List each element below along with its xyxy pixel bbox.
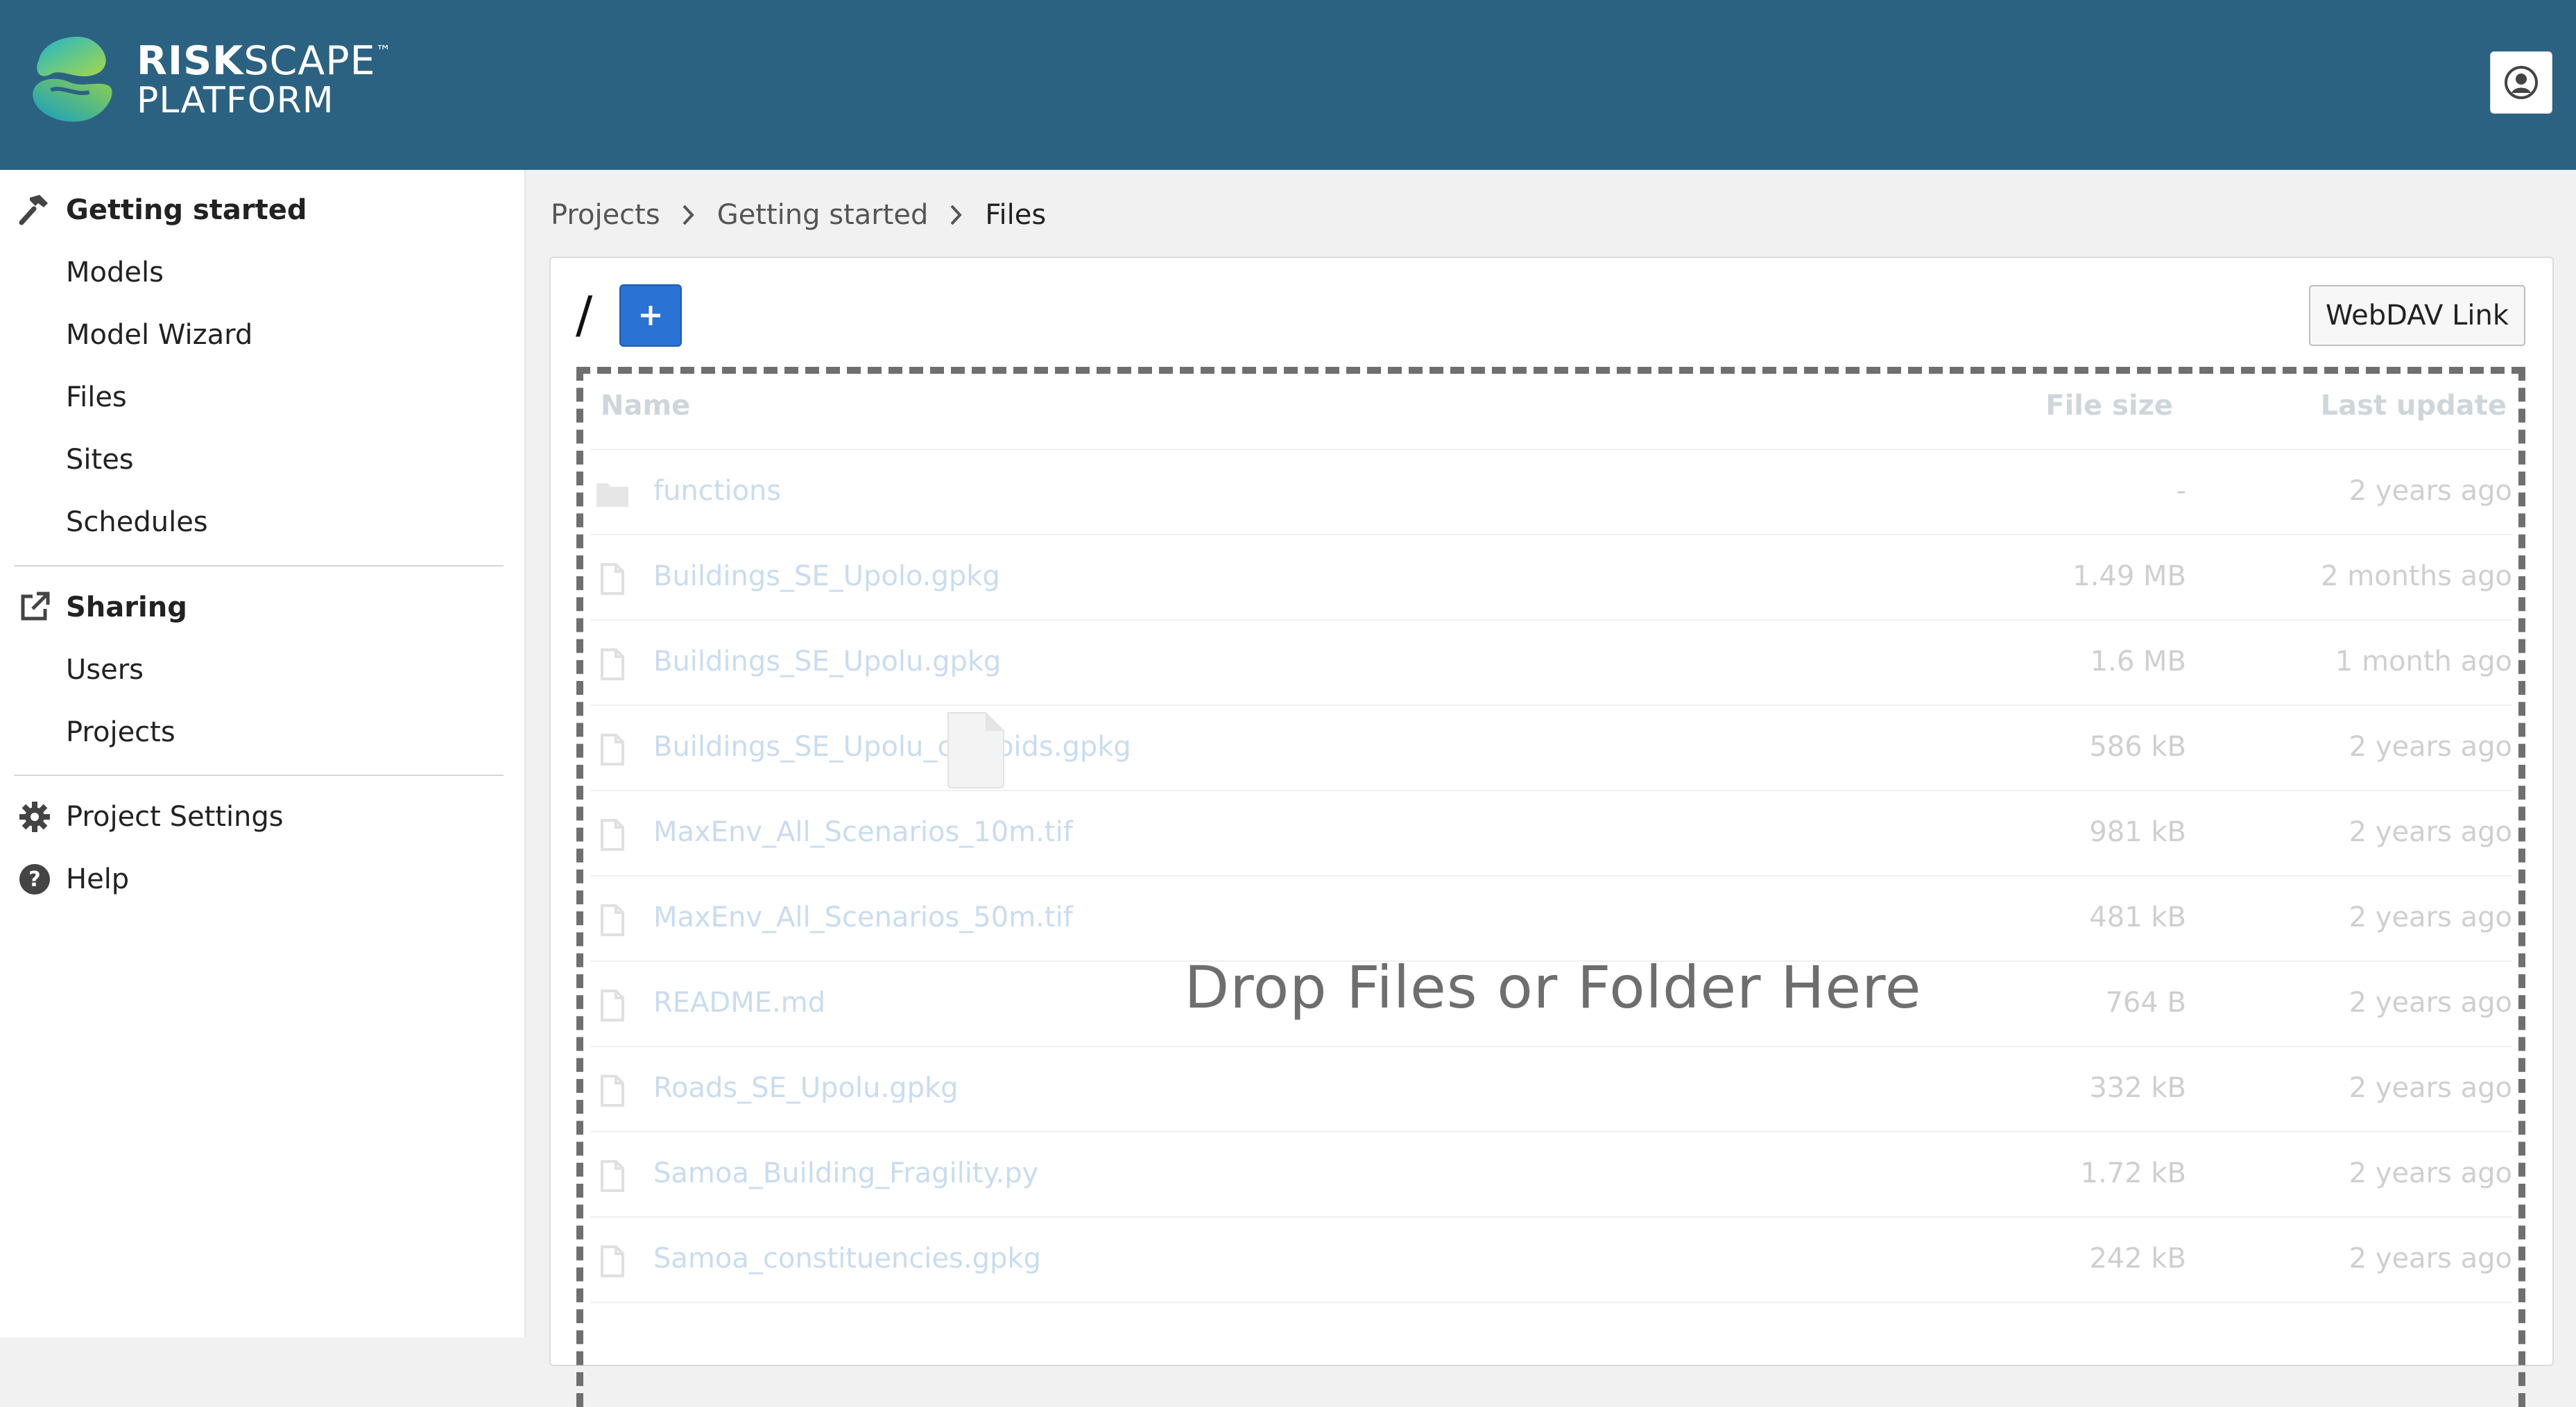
- table-row[interactable]: functions - 2 years ago: [591, 449, 2512, 534]
- brand-scape: SCAPE: [243, 37, 376, 84]
- table-row[interactable]: Buildings_SE_Upolu_c oids.gpkg 586 kB 2 …: [591, 705, 2512, 790]
- sidebar-item-model-wizard[interactable]: Model Wizard: [66, 319, 252, 351]
- column-header-updated[interactable]: Last update: [2321, 390, 2507, 422]
- file-name[interactable]: MaxEnv_All_Scenarios_10m.tif: [653, 816, 1073, 848]
- sidebar-item-projects[interactable]: Projects: [66, 716, 175, 748]
- file-updated: 2 years ago: [2349, 816, 2512, 848]
- drop-zone-message: Drop Files or Folder Here: [1184, 953, 1922, 1021]
- file-icon: [601, 904, 624, 936]
- file-size: 586 kB: [2089, 731, 2186, 763]
- file-icon: [601, 819, 624, 851]
- file-name[interactable]: Buildings_SE_Upolu.gpkg: [653, 646, 1001, 677]
- file-updated: 2 years ago: [2349, 1243, 2512, 1275]
- user-menu-button[interactable]: [2490, 51, 2552, 114]
- file-size: 332 kB: [2089, 1072, 2186, 1104]
- external-link-icon: [21, 592, 50, 621]
- file-name[interactable]: Buildings_SE_Upolu_c oids.gpkg: [653, 731, 1131, 763]
- table-row[interactable]: Buildings_SE_Upolu.gpkg 1.6 MB 1 month a…: [591, 619, 2512, 705]
- file-updated: 1 month ago: [2335, 646, 2512, 677]
- file-browser-panel: / WebDAV Link Name File size Last update…: [549, 257, 2554, 1407]
- breadcrumb-getting-started[interactable]: Getting started: [717, 199, 929, 231]
- file-size: 481 kB: [2089, 901, 2186, 933]
- breadcrumb-current: Files: [985, 199, 1047, 231]
- riskscape-logo[interactable]: RISKSCAPE™ PLATFORM: [21, 28, 392, 132]
- file-icon: [601, 1245, 624, 1277]
- brand-platform: PLATFORM: [137, 79, 334, 121]
- sidebar-item-users[interactable]: Users: [66, 654, 144, 686]
- current-path: /: [576, 286, 593, 344]
- file-size: 981 kB: [2089, 816, 2186, 848]
- sidebar: Getting started Models Model Wizard File…: [0, 170, 526, 1338]
- file-size: -: [2176, 475, 2186, 507]
- file-icon: [601, 648, 624, 680]
- top-navbar: RISKSCAPE™ PLATFORM: [0, 0, 2576, 170]
- sidebar-item-models[interactable]: Models: [66, 257, 164, 288]
- file-name[interactable]: functions: [653, 475, 781, 507]
- file-updated: 2 years ago: [2349, 1072, 2512, 1104]
- file-updated: 2 years ago: [2349, 901, 2512, 933]
- user-circle-icon: [2505, 66, 2538, 99]
- column-header-name[interactable]: Name: [601, 390, 690, 422]
- file-size: 1.72 kB: [2080, 1157, 2186, 1189]
- table-row[interactable]: Samoa_constituencies.gpkg 242 kB 2 years…: [591, 1216, 2512, 1302]
- chevron-right-icon: [682, 205, 694, 225]
- file-updated: 2 years ago: [2349, 475, 2512, 507]
- sidebar-item-project-settings[interactable]: Project Settings: [66, 801, 284, 833]
- riskscape-logo-mark-icon: [33, 36, 112, 122]
- file-icon: [601, 563, 624, 595]
- file-name[interactable]: Samoa_constituencies.gpkg: [653, 1243, 1041, 1275]
- table-row[interactable]: MaxEnv_All_Scenarios_10m.tif 981 kB 2 ye…: [591, 790, 2512, 875]
- file-icon: [601, 734, 624, 766]
- file-updated: 2 months ago: [2321, 560, 2512, 592]
- table-row[interactable]: [591, 1302, 2512, 1387]
- file-name[interactable]: Samoa_Building_Fragility.py: [653, 1157, 1038, 1189]
- svg-text:?: ?: [28, 867, 40, 892]
- file-updated: 2 years ago: [2349, 1157, 2512, 1189]
- sidebar-item-sites[interactable]: Sites: [66, 444, 134, 476]
- file-updated: 2 years ago: [2349, 731, 2512, 763]
- breadcrumb: Projects Getting started Files: [551, 196, 1046, 234]
- hammer-icon: [19, 195, 48, 225]
- breadcrumb-projects[interactable]: Projects: [551, 199, 660, 231]
- file-size: 1.49 MB: [2072, 560, 2186, 592]
- dragged-file-icon: [947, 712, 1004, 788]
- sidebar-item-schedules[interactable]: Schedules: [66, 506, 208, 538]
- file-size: 242 kB: [2089, 1243, 2186, 1275]
- sidebar-divider: [14, 565, 504, 567]
- brand-trademark: ™: [375, 42, 392, 60]
- file-size: 1.6 MB: [2090, 646, 2186, 677]
- file-icon: [601, 1075, 624, 1107]
- webdav-link-button[interactable]: WebDAV Link: [2309, 285, 2525, 346]
- file-name[interactable]: Buildings_SE_Upolo.gpkg: [653, 560, 1000, 592]
- file-name[interactable]: MaxEnv_All_Scenarios_50m.tif: [653, 901, 1073, 933]
- table-row[interactable]: Samoa_Building_Fragility.py 1.72 kB 2 ye…: [591, 1131, 2512, 1216]
- sidebar-item-help[interactable]: Help: [66, 863, 129, 895]
- table-row[interactable]: Roads_SE_Upolu.gpkg 332 kB 2 years ago: [591, 1046, 2512, 1131]
- sidebar-heading-sharing[interactable]: Sharing: [66, 592, 187, 623]
- add-file-button[interactable]: [619, 284, 682, 347]
- file-name[interactable]: Roads_SE_Upolu.gpkg: [653, 1072, 959, 1104]
- column-header-size[interactable]: File size: [2045, 390, 2173, 422]
- plus-icon: [641, 306, 660, 325]
- brand-wordmark: RISKSCAPE™ PLATFORM: [137, 41, 392, 121]
- folder-icon: [596, 483, 628, 507]
- chevron-right-icon: [950, 205, 963, 225]
- gear-icon: [19, 802, 50, 832]
- file-icon: [601, 1160, 624, 1192]
- sidebar-heading-project[interactable]: Getting started: [66, 194, 307, 226]
- sidebar-divider: [14, 775, 504, 776]
- table-row[interactable]: Buildings_SE_Upolo.gpkg 1.49 MB 2 months…: [591, 534, 2512, 619]
- sidebar-item-files[interactable]: Files: [66, 381, 127, 413]
- table-row[interactable]: MaxEnv_All_Scenarios_50m.tif 481 kB 2 ye…: [591, 875, 2512, 960]
- help-circle-icon: ?: [19, 864, 50, 895]
- brand-risk: RISK: [137, 37, 244, 84]
